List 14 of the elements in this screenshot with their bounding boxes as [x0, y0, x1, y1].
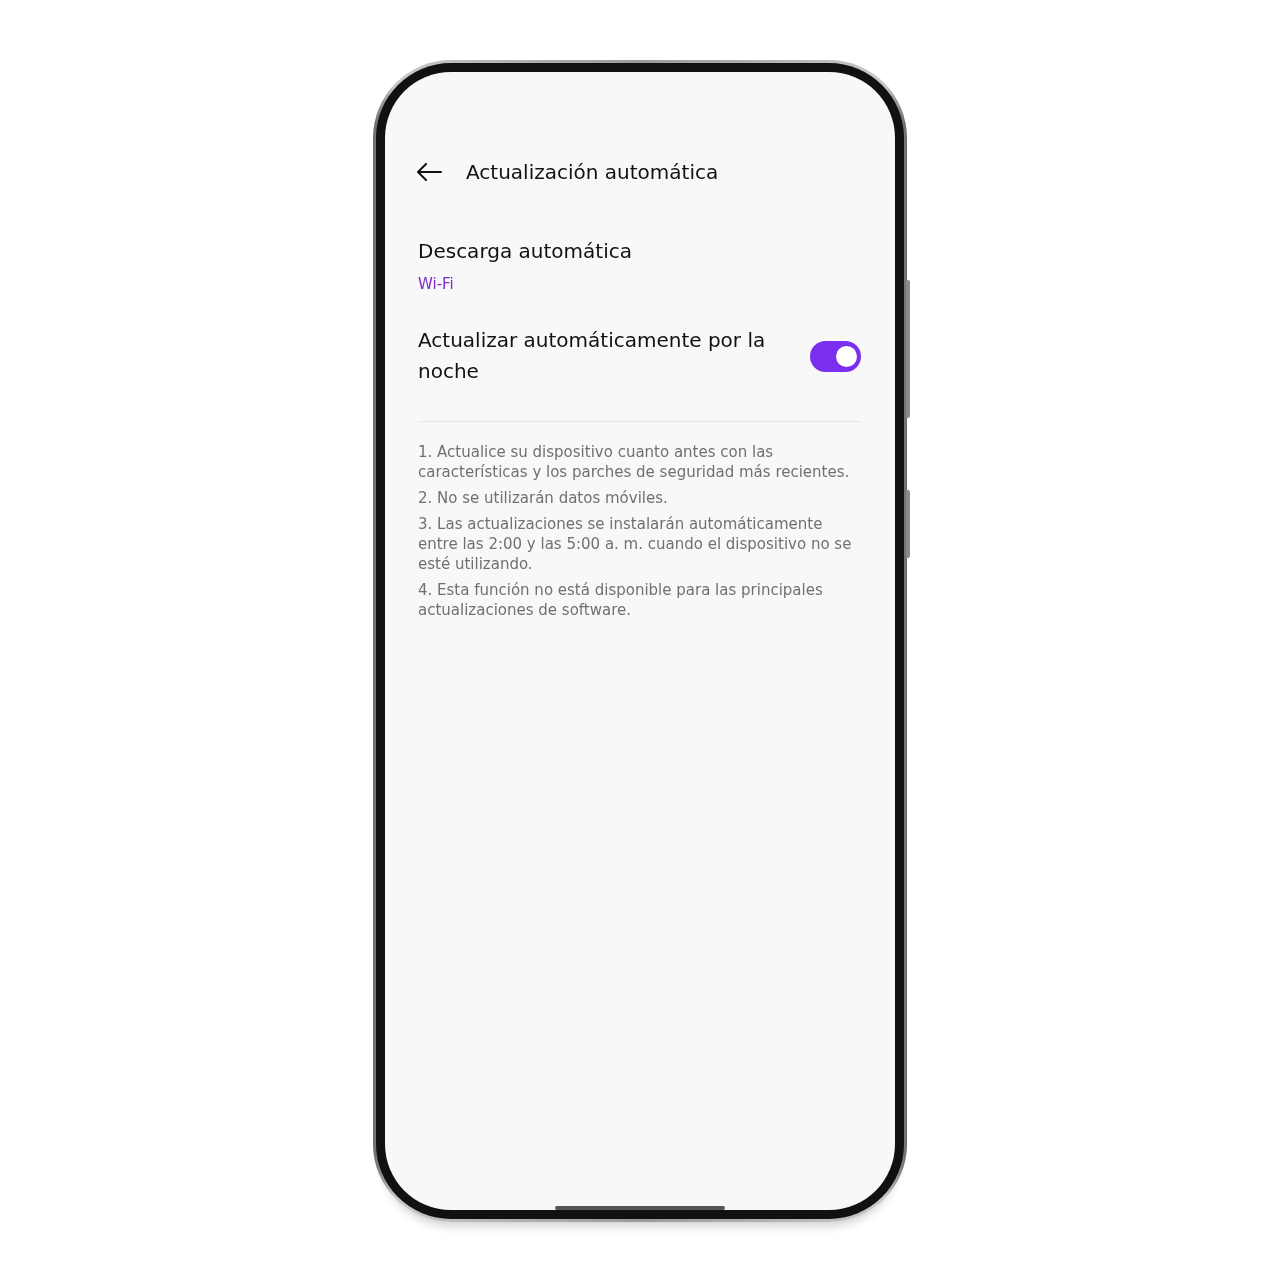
- side-key[interactable]: [906, 490, 910, 558]
- note-text: 3. Las actualizaciones se instalarán automáticamente entre las 2:00 y las 5:00 a. m. cuando el dispositivo no se esté utilizando.: [418, 514, 853, 574]
- setting-value: Wi-Fi: [418, 275, 455, 293]
- note-text: 4. Esta función no está disponible para las principales actualizaciones de software.: [418, 580, 824, 620]
- toggle-switch[interactable]: [810, 340, 861, 372]
- setting-title: Actualizar automáticamente por la noche: [418, 327, 767, 385]
- back-button[interactable]: [416, 160, 444, 184]
- note-text: 2. No se utilizarán datos móviles.: [418, 488, 669, 508]
- back-arrow-icon: [416, 163, 442, 181]
- note-text: 1. Actualice su dispositivo cuanto antes con las características y los parches de seguridad más recientes.: [418, 442, 851, 482]
- side-key[interactable]: [906, 280, 910, 418]
- setting-title[interactable]: Descarga automática: [418, 236, 632, 267]
- home-indicator[interactable]: [555, 1206, 725, 1210]
- page-title: Actualización automática: [466, 160, 719, 184]
